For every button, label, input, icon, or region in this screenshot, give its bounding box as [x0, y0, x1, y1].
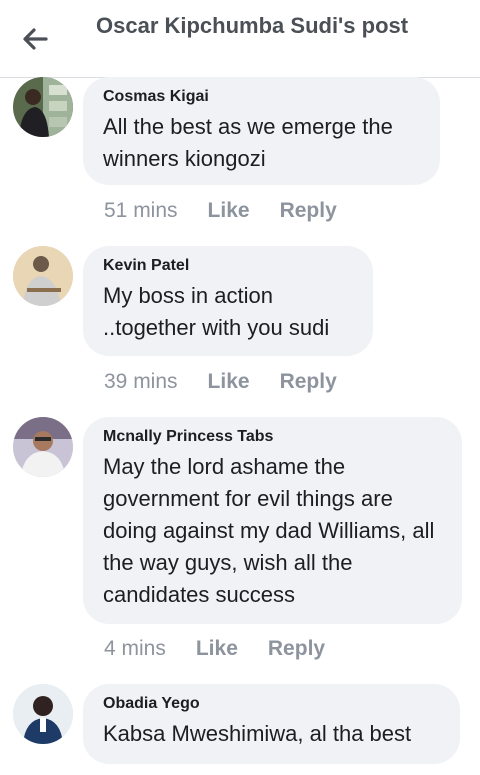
like-button[interactable]: Like [196, 637, 238, 661]
comment-author[interactable]: Cosmas Kigai [103, 87, 420, 107]
avatar[interactable] [13, 417, 73, 477]
comment-author[interactable]: Kevin Patel [103, 256, 353, 276]
comment-bubble: Cosmas Kigai All the best as we emerge t… [83, 77, 440, 185]
comment-time[interactable]: 4 mins [104, 637, 166, 661]
comment-text: All the best as we emerge the winners ki… [103, 114, 393, 171]
comment-text: Kabsa Mweshimiwa, al tha best [103, 721, 412, 746]
comment-text: May the lord ashame the government for e… [103, 454, 435, 607]
like-button[interactable]: Like [208, 199, 250, 223]
arrow-left-icon [23, 28, 48, 50]
like-button[interactable]: Like [208, 370, 250, 394]
back-button[interactable] [18, 22, 52, 56]
comment-time[interactable]: 51 mins [104, 199, 178, 223]
comment-bubble: Mcnally Princess Tabs May the lord asham… [83, 417, 462, 624]
comment-bubble: Obadia Yego Kabsa Mweshimiwa, al tha bes… [83, 684, 460, 764]
comment-author[interactable]: Obadia Yego [103, 694, 440, 714]
comment-actions: 51 mins Like Reply [104, 199, 367, 223]
comment-actions: 39 mins Like Reply [104, 370, 367, 394]
reply-button[interactable]: Reply [280, 370, 337, 394]
comment-bubble: Kevin Patel My boss in action ..together… [83, 246, 373, 356]
avatar[interactable] [13, 77, 73, 137]
avatar[interactable] [13, 684, 73, 744]
reply-button[interactable]: Reply [268, 637, 325, 661]
reply-button[interactable]: Reply [280, 199, 337, 223]
comment-author[interactable]: Mcnally Princess Tabs [103, 427, 442, 447]
comment-actions: 4 mins Like Reply [104, 637, 355, 661]
post-header: Oscar Kipchumba Sudi's post [0, 0, 480, 78]
comment-time[interactable]: 39 mins [104, 370, 178, 394]
page-title: Oscar Kipchumba Sudi's post [96, 13, 409, 38]
comment-text: My boss in action ..together with you su… [103, 283, 330, 340]
avatar[interactable] [13, 246, 73, 306]
